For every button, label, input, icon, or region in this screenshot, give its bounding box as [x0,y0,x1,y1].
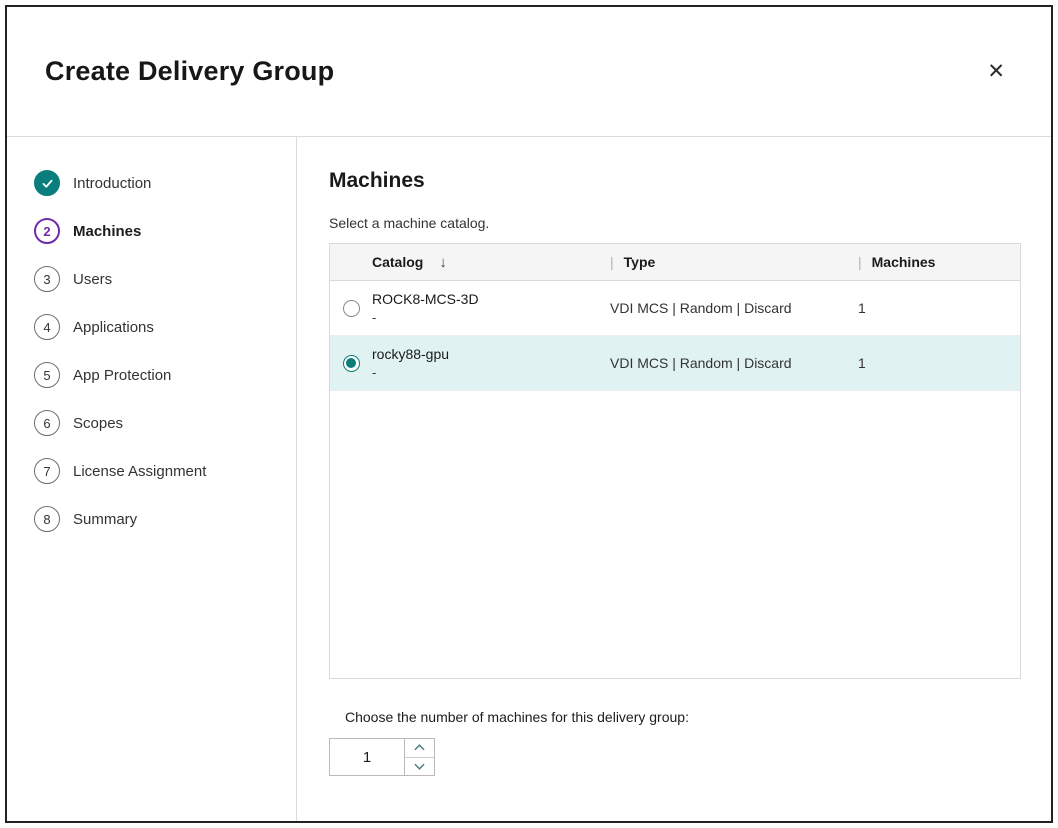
step-label: Users [73,271,112,288]
step-machines[interactable]: 2 Machines [7,207,296,255]
step-number: 8 [34,506,60,532]
step-license-assignment[interactable]: 7 License Assignment [7,447,296,495]
machines-header-label: Machines [872,254,936,270]
quantity-stepper [329,738,435,776]
wizard-steps-sidebar: Introduction 2 Machines 3 Users 4 Applic… [7,137,297,821]
page-title: Machines [329,169,1021,193]
dialog-body: Introduction 2 Machines 3 Users 4 Applic… [7,137,1051,821]
type-column-header: | Type [610,254,858,270]
step-number: 3 [34,266,60,292]
step-number: 2 [34,218,60,244]
machine-catalog-table: Catalog ↓ | Type | Machines [329,243,1021,679]
create-delivery-group-dialog: Create Delivery Group ✕ Introduction 2 M… [5,5,1053,823]
step-applications[interactable]: 4 Applications [7,303,296,351]
catalog-name: rocky88-gpu [372,345,610,364]
machines-column-header: | Machines [858,254,1020,270]
table-empty-area [330,391,1020,678]
instruction-text: Select a machine catalog. [329,215,1021,231]
step-users[interactable]: 3 Users [7,255,296,303]
sort-descending-icon[interactable]: ↓ [439,254,447,271]
table-header-row: Catalog ↓ | Type | Machines [330,244,1020,281]
step-number: 6 [34,410,60,436]
machine-count-section: Choose the number of machines for this d… [329,709,1021,776]
step-summary[interactable]: 8 Summary [7,495,296,543]
step-introduction[interactable]: Introduction [7,159,296,207]
step-label: License Assignment [73,463,206,480]
step-label: App Protection [73,367,171,384]
machine-count: 1 [858,355,866,371]
main-panel: Machines Select a machine catalog. Catal… [297,137,1051,821]
step-app-protection[interactable]: 5 App Protection [7,351,296,399]
step-number: 4 [34,314,60,340]
catalog-type: VDI MCS | Random | Discard [610,300,792,316]
step-scopes[interactable]: 6 Scopes [7,399,296,447]
catalog-detail: - [372,309,610,326]
step-label: Introduction [73,175,151,192]
type-header-label: Type [624,254,656,270]
stepper-arrows [405,738,435,776]
chevron-down-icon[interactable] [405,757,434,776]
catalog-header-label: Catalog [372,254,423,270]
catalog-name: ROCK8-MCS-3D [372,290,610,309]
step-label: Scopes [73,415,123,432]
radio-button-selected[interactable] [343,355,360,372]
column-separator: | [610,254,614,270]
step-label: Summary [73,511,137,528]
machine-count-label: Choose the number of machines for this d… [345,709,1021,725]
step-number: 7 [34,458,60,484]
radio-button-unselected[interactable] [343,300,360,317]
catalog-column-header[interactable]: Catalog ↓ [372,254,610,271]
step-number: 5 [34,362,60,388]
column-separator: | [858,254,862,270]
table-row[interactable]: rocky88-gpu - VDI MCS | Random | Discard… [330,336,1020,391]
step-label: Applications [73,319,154,336]
table-row[interactable]: ROCK8-MCS-3D - VDI MCS | Random | Discar… [330,281,1020,336]
check-icon [34,170,60,196]
machine-count: 1 [858,300,866,316]
step-label: Machines [73,223,141,240]
dialog-title: Create Delivery Group [45,56,334,87]
close-icon[interactable]: ✕ [983,57,1009,86]
chevron-up-icon[interactable] [405,739,434,757]
catalog-detail: - [372,364,610,381]
catalog-type: VDI MCS | Random | Discard [610,355,792,371]
machine-count-input[interactable] [329,738,405,776]
dialog-header: Create Delivery Group ✕ [7,7,1051,137]
